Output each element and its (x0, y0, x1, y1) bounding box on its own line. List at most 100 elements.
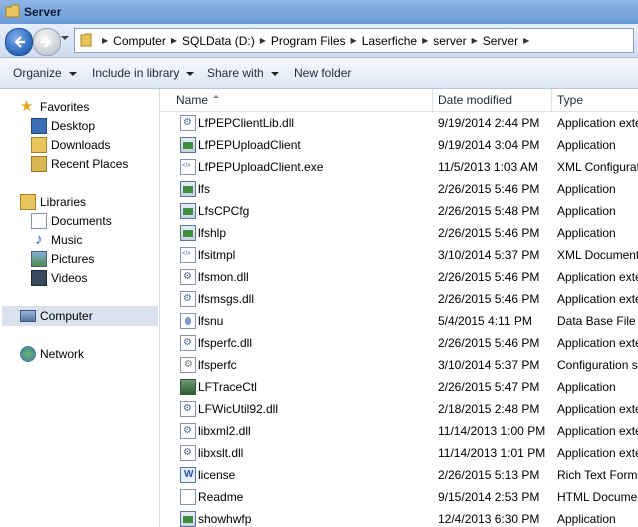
column-header-date[interactable]: Date modified (433, 89, 552, 111)
chevron-right-icon[interactable]: ▶ (102, 36, 108, 45)
recent-pages-dropdown[interactable] (61, 36, 69, 40)
cfg-file-icon (180, 357, 196, 373)
downloads-icon (31, 137, 47, 153)
file-date-modified: 3/10/2014 5:37 PM (438, 358, 540, 372)
file-row[interactable]: LfPEPUploadClient 9/19/2014 3:04 PM Applic… (160, 134, 638, 156)
app-file-icon (180, 511, 196, 527)
nav-computer[interactable]: Computer (20, 307, 93, 325)
file-row[interactable]: Readme 9/15/2014 2:53 PM HTML Document (160, 486, 638, 508)
dll-file-icon (180, 291, 196, 307)
file-type: Application exten (557, 116, 638, 130)
file-row[interactable]: lfsperfc.dll 2/26/2015 5:46 PM Application… (160, 332, 638, 354)
xml-file-icon (180, 247, 196, 263)
nav-pictures[interactable]: Pictures (31, 250, 94, 268)
file-list-pane[interactable]: Name Date modified Type LfPEPClientLib.d… (160, 89, 638, 527)
nav-pictures-label: Pictures (51, 252, 95, 266)
rtf-file-icon (180, 467, 196, 483)
back-button[interactable] (5, 28, 33, 56)
file-row[interactable]: lfs 2/26/2015 5:46 PM Application (160, 178, 638, 200)
navigation-pane[interactable]: ★ Favorites Desktop Downloads Recent Pla… (0, 89, 160, 527)
nav-music[interactable]: ♪ Music (31, 231, 82, 249)
organize-button[interactable]: Organize (13, 66, 77, 80)
column-header-type[interactable]: Type (552, 89, 638, 111)
file-row[interactable]: showhwfp 12/4/2013 6:30 PM Application (160, 508, 638, 527)
window-title: Server (24, 5, 62, 19)
include-in-library-label: Include in library (92, 66, 180, 80)
nav-libraries[interactable]: Libraries (20, 193, 86, 211)
file-type: Application (557, 512, 616, 526)
music-note-icon: ♪ (35, 231, 43, 248)
app-file-icon (180, 137, 196, 153)
breadcrumb-item[interactable]: SQLData (D:) (182, 34, 255, 48)
html-file-icon (180, 489, 196, 505)
column-header-date-label: Date modified (438, 93, 513, 107)
file-date-modified: 2/26/2015 5:46 PM (438, 182, 540, 196)
file-name: LfPEPUploadClient.exe (198, 160, 324, 174)
breadcrumb-item[interactable]: server (433, 34, 466, 48)
breadcrumb-item[interactable]: Laserfiche (362, 34, 417, 48)
chevron-right-icon[interactable]: ▶ (472, 36, 478, 45)
file-row[interactable]: lfsperfc 3/10/2014 5:37 PM Configuration s… (160, 354, 638, 376)
dll-file-icon (180, 445, 196, 461)
file-date-modified: 2/26/2015 5:47 PM (438, 380, 540, 394)
file-row[interactable]: license 2/26/2015 5:13 PM Rich Text Format (160, 464, 638, 486)
breadcrumb-item[interactable]: Program Files (271, 34, 346, 48)
breadcrumb: ▶ Computer ▶ SQLData (D:) ▶ Program File… (97, 29, 534, 52)
nav-videos[interactable]: Videos (31, 269, 87, 287)
chevron-right-icon[interactable]: ▶ (422, 36, 428, 45)
file-row[interactable]: LFTraceCtl 2/26/2015 5:47 PM Application (160, 376, 638, 398)
star-icon: ★ (20, 98, 34, 115)
file-name: license (198, 468, 236, 482)
file-row[interactable]: libxml2.dll 11/14/2013 1:00 PM Application… (160, 420, 638, 442)
file-date-modified: 11/14/2013 1:01 PM (438, 446, 546, 460)
file-date-modified: 11/5/2013 1:03 AM (438, 160, 538, 174)
file-row[interactable]: LfsCPCfg 2/26/2015 5:48 PM Application (160, 200, 638, 222)
breadcrumb-item[interactable]: Computer (113, 34, 166, 48)
command-bar: Organize Include in library Share with N… (0, 58, 638, 89)
file-row[interactable]: LfPEPUploadClient.exe 11/5/2013 1:03 AM XM… (160, 156, 638, 178)
chevron-right-icon[interactable]: ▶ (523, 36, 529, 45)
chevron-right-icon[interactable]: ▶ (351, 36, 357, 45)
file-date-modified: 9/15/2014 2:53 PM (438, 490, 540, 504)
arrow-right-icon (41, 36, 52, 48)
nav-network[interactable]: Network (20, 345, 84, 363)
nav-desktop-label: Desktop (51, 119, 96, 133)
file-type: HTML Document (557, 490, 638, 504)
app-file-icon (180, 225, 196, 241)
breadcrumb-item[interactable]: Server (483, 34, 518, 48)
chevron-right-icon[interactable]: ▶ (171, 36, 177, 45)
nav-music-label: Music (51, 233, 83, 247)
nav-recent-places[interactable]: Recent Places (31, 155, 128, 173)
chevron-right-icon[interactable]: ▶ (260, 36, 266, 45)
nav-documents[interactable]: Documents (31, 212, 112, 230)
new-folder-button[interactable]: New folder (294, 66, 351, 80)
column-header-name[interactable]: Name (170, 89, 433, 111)
file-row[interactable]: lfsnu 5/4/2015 4:11 PM Data Base File (160, 310, 638, 332)
file-name: LfPEPUploadClient (198, 138, 301, 152)
file-row[interactable]: LfPEPClientLib.dll 9/19/2014 2:44 PM Appli… (160, 112, 638, 134)
file-row[interactable]: lfshlp 2/26/2015 5:46 PM Application (160, 222, 638, 244)
include-in-library-button[interactable]: Include in library (92, 66, 195, 80)
nav-desktop[interactable]: Desktop (31, 117, 95, 135)
nav-videos-label: Videos (51, 271, 88, 285)
file-type: Rich Text Format (557, 468, 638, 482)
db-file-icon (180, 313, 196, 329)
file-name: lfshlp (198, 226, 227, 240)
file-row[interactable]: lfsmon.dll 2/26/2015 5:46 PM Application e… (160, 266, 638, 288)
file-row[interactable]: lfsmsgs.dll 2/26/2015 5:46 PM Application … (160, 288, 638, 310)
file-name: LFWicUtil92.dll (198, 402, 279, 416)
share-with-button[interactable]: Share with (207, 66, 279, 80)
arrow-left-icon (14, 36, 25, 48)
dll-file-icon (180, 115, 196, 131)
forward-button[interactable] (33, 28, 61, 56)
nav-libraries-label: Libraries (40, 195, 87, 209)
nav-downloads[interactable]: Downloads (31, 136, 110, 154)
chevron-down-icon (68, 71, 77, 76)
nav-favorites[interactable]: ★ Favorites (20, 98, 89, 116)
file-row[interactable]: LFWicUtil92.dll 2/18/2015 2:48 PM Applicat… (160, 398, 638, 420)
file-date-modified: 11/14/2013 1:00 PM (438, 424, 546, 438)
address-box[interactable]: ▶ Computer ▶ SQLData (D:) ▶ Program File… (74, 28, 634, 53)
file-row[interactable]: lfsitmpl 3/10/2014 5:37 PM XML Document (160, 244, 638, 266)
file-type: Application exten (557, 446, 638, 460)
file-row[interactable]: libxslt.dll 11/14/2013 1:01 PM Application… (160, 442, 638, 464)
